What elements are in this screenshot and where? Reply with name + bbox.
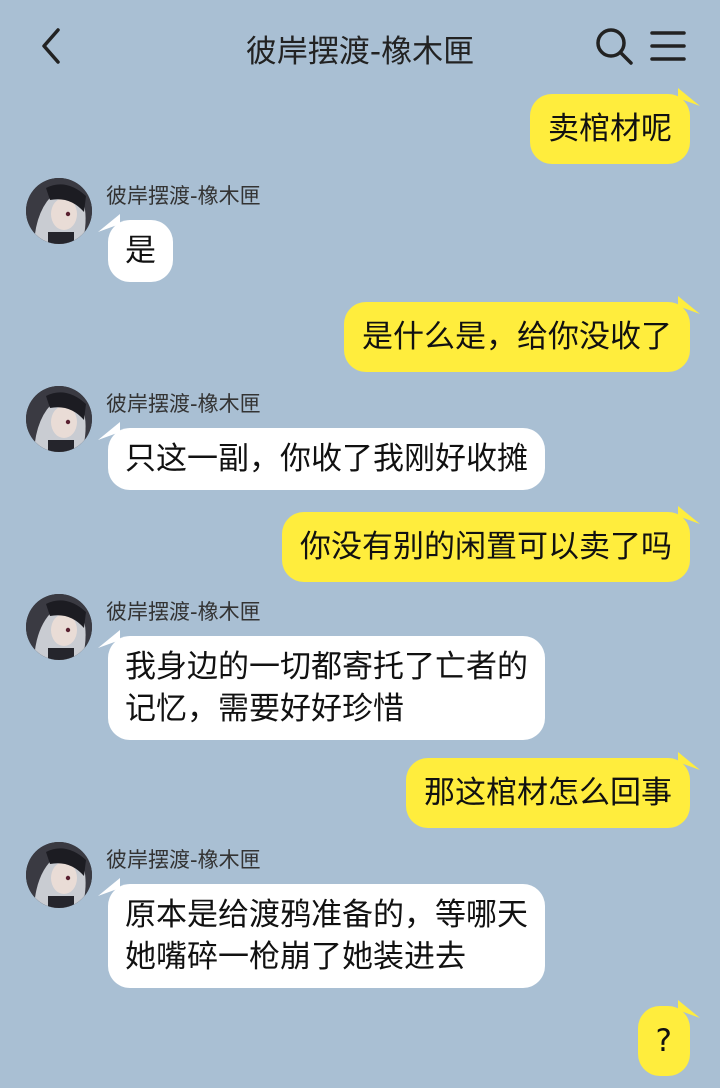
message-line: 她嘴碎一枪崩了她装进去 [125, 939, 466, 975]
outgoing-message[interactable]: 你没有别的闲置可以卖了吗 [282, 512, 690, 582]
character-avatar-icon [26, 178, 92, 244]
sender-name: 彼岸摆渡-橡木匣 [106, 600, 261, 624]
chat-header: 彼岸摆渡-橡木匣 [0, 0, 720, 92]
search-icon [596, 28, 633, 65]
character-avatar-icon [26, 386, 92, 452]
character-avatar-icon [26, 594, 92, 660]
outgoing-message[interactable]: ? [637, 1006, 690, 1076]
incoming-message[interactable]: 只这一副，你收了我刚好收摊 [108, 428, 545, 490]
avatar[interactable] [26, 842, 92, 908]
incoming-message[interactable]: 原本是给渡鸦准备的，等哪天 她嘴碎一枪崩了她装进去 [108, 884, 545, 988]
sender-name: 彼岸摆渡-橡木匣 [106, 184, 261, 208]
message-line: 我身边的一切都寄托了亡者的 [125, 649, 528, 685]
message-line: 记忆，需要好好珍惜 [125, 691, 404, 727]
outgoing-message[interactable]: 那这棺材怎么回事 [406, 758, 690, 828]
outgoing-message[interactable]: 卖棺材呢 [530, 94, 690, 164]
avatar[interactable] [26, 178, 92, 244]
menu-button[interactable] [648, 26, 688, 66]
search-button[interactable] [592, 24, 636, 68]
menu-icon [650, 31, 686, 61]
outgoing-message[interactable]: 是什么是，给你没收了 [344, 302, 690, 372]
sender-name: 彼岸摆渡-橡木匣 [106, 848, 261, 872]
character-avatar-icon [26, 842, 92, 908]
incoming-message[interactable]: 是 [108, 220, 173, 282]
sender-name: 彼岸摆渡-橡木匣 [106, 392, 261, 416]
incoming-message[interactable]: 我身边的一切都寄托了亡者的 记忆，需要好好珍惜 [108, 636, 545, 740]
avatar[interactable] [26, 386, 92, 452]
message-line: 原本是给渡鸦准备的，等哪天 [125, 897, 528, 933]
avatar[interactable] [26, 594, 92, 660]
